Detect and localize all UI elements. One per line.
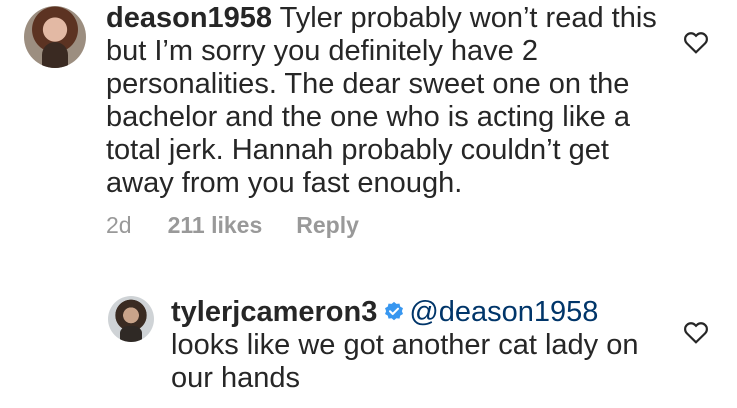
comment-username[interactable]: tylerjcameron3 bbox=[171, 296, 377, 328]
heart-outline-icon[interactable] bbox=[683, 30, 709, 54]
likes-count[interactable]: 211 likes bbox=[168, 212, 263, 239]
heart-outline-icon[interactable] bbox=[683, 320, 709, 344]
comment-time: 2d bbox=[106, 212, 132, 238]
comment-body: looks like we got another cat lady on ou… bbox=[171, 329, 639, 394]
comment-username[interactable]: deason1958 bbox=[106, 2, 272, 34]
verified-badge-icon bbox=[385, 301, 404, 321]
comment-text: tylerjcameron3 @deason1958 looks like we… bbox=[171, 296, 641, 395]
avatar[interactable] bbox=[24, 6, 86, 68]
comment-text: deason1958 Tyler probably won’t read thi… bbox=[106, 2, 666, 200]
comment-meta: 2d 211 likes Reply bbox=[106, 212, 359, 239]
mention-link[interactable]: @deason1958 bbox=[409, 296, 598, 328]
reply-button[interactable]: Reply bbox=[296, 212, 359, 239]
avatar[interactable] bbox=[108, 296, 154, 342]
